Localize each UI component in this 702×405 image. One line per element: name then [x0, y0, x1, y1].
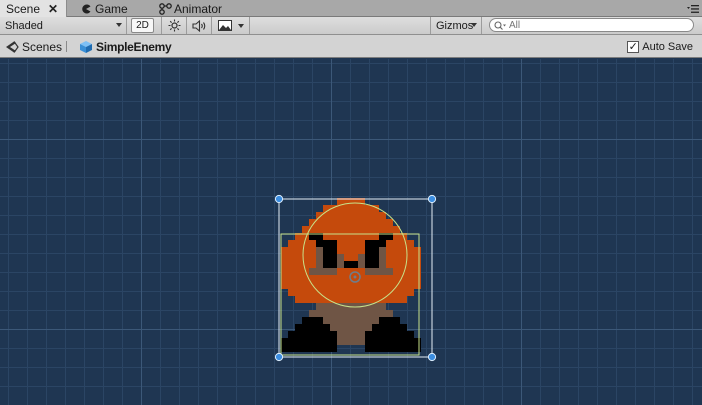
- auto-save-label: Auto Save: [642, 40, 693, 53]
- toolbar-divider: [249, 17, 250, 34]
- shading-mode-value: Shaded: [5, 19, 43, 32]
- pivot-center: [353, 275, 357, 279]
- resize-handle-top-left[interactable]: [274, 194, 284, 204]
- prefab-breadcrumb-bar: Scenes SimpleEnemy ✓ Auto Save: [0, 35, 702, 58]
- scene-viewport[interactable]: [0, 59, 702, 405]
- window-tab-bar: Scene ✕ Game Animator: [0, 0, 702, 17]
- tab-scene-label: Scene: [6, 1, 41, 16]
- search-input[interactable]: [509, 19, 679, 31]
- auto-save-toggle[interactable]: ✓ Auto Save: [627, 35, 693, 58]
- chevron-down-icon: [116, 23, 122, 27]
- lighting-toggle[interactable]: [161, 17, 186, 34]
- window-menu-icon[interactable]: [687, 4, 699, 14]
- tab-animator[interactable]: Animator: [156, 0, 236, 17]
- 2d-mode-label: 2D: [136, 20, 149, 31]
- auto-save-checkbox[interactable]: ✓: [627, 40, 640, 53]
- shading-mode-dropdown[interactable]: Shaded: [0, 17, 127, 34]
- breadcrumb-prefab[interactable]: SimpleEnemy: [79, 35, 172, 58]
- 2d-mode-toggle[interactable]: 2D: [131, 18, 154, 33]
- breadcrumb-scenes[interactable]: Scenes: [5, 35, 62, 58]
- scene-toolbar: Shaded 2D Gizmos: [0, 17, 702, 35]
- pacman-icon: [79, 2, 93, 16]
- tab-game-label: Game: [95, 1, 128, 16]
- chevron-down-icon: [237, 23, 244, 28]
- tab-scene[interactable]: Scene ✕: [0, 0, 67, 17]
- chevron-down-icon: [471, 23, 477, 27]
- resize-handle-bottom-right[interactable]: [427, 352, 437, 362]
- breadcrumb-scenes-label: Scenes: [22, 39, 63, 54]
- close-icon[interactable]: ✕: [48, 2, 58, 16]
- effects-dropdown[interactable]: [211, 17, 249, 34]
- scene-canvas[interactable]: [0, 59, 702, 405]
- speaker-icon: [191, 19, 205, 32]
- unity-logo-icon: [6, 40, 19, 53]
- breadcrumb-divider: [66, 41, 67, 52]
- sun-icon: [168, 19, 180, 32]
- search-field[interactable]: [489, 18, 694, 32]
- breadcrumb-prefab-label: SimpleEnemy: [96, 39, 172, 54]
- resize-handle-bottom-left[interactable]: [274, 352, 284, 362]
- image-icon: [217, 20, 232, 31]
- gizmos-dropdown[interactable]: Gizmos: [430, 17, 482, 34]
- tab-game[interactable]: Game: [76, 0, 136, 17]
- animator-icon: [158, 2, 172, 16]
- gizmos-label: Gizmos: [436, 19, 474, 32]
- tab-animator-label: Animator: [174, 1, 223, 16]
- prefab-cube-icon: [80, 40, 92, 53]
- audio-toggle[interactable]: [186, 17, 211, 34]
- search-icon: [494, 20, 506, 30]
- resize-handle-top-right[interactable]: [427, 194, 437, 204]
